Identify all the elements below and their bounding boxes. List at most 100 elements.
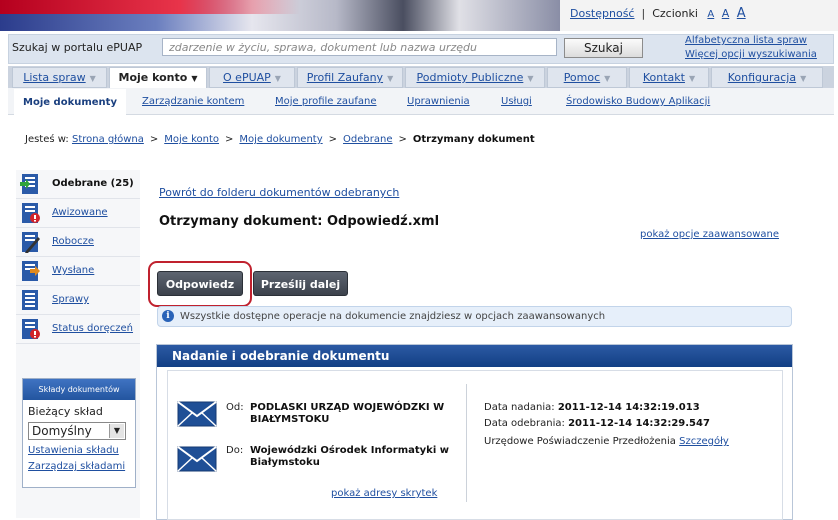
tab-lista-spraw[interactable]: Lista spraw ▼ [12, 67, 107, 88]
upo-details-link[interactable]: Szczegóły [679, 436, 729, 447]
sidebar-item-label: Sprawy [52, 294, 90, 305]
tab-pomoc[interactable]: Pomoc ▼ [547, 67, 627, 88]
draft-icon [22, 232, 40, 253]
breadcrumb-separator: > [225, 134, 234, 145]
back-to-folder-link[interactable]: Powrót do folderu dokumentów odebranych [159, 186, 399, 199]
envelope-icon [177, 401, 217, 427]
alphabetical-list-link[interactable]: Alfabetyczna lista spraw [685, 35, 807, 46]
breadcrumb-received-link[interactable]: Odebrane [343, 134, 392, 145]
font-size-label: Czcionki [652, 7, 698, 20]
sidebar-item-label: Robocze [52, 236, 94, 247]
sidebar-item-status-doreczen[interactable]: Status doręczeń [16, 315, 140, 344]
sidebar-item-sprawy[interactable]: Sprawy [16, 286, 140, 315]
document-stores-header: Składy dokumentów [23, 379, 135, 400]
font-size-large-link[interactable]: A [737, 6, 746, 21]
tab-label: Moje konto [118, 71, 188, 84]
chevron-down-icon: ▼ [688, 74, 696, 83]
search-label: Szukaj w portalu ePUAP [12, 41, 143, 54]
search-extra-links: Alfabetyczna lista spraw Więcej opcji wy… [685, 34, 817, 62]
breadcrumb-my-documents-link[interactable]: Moje dokumenty [239, 134, 322, 145]
page-title: Otrzymany dokument: Odpowiedź.xml [159, 214, 440, 229]
subtab-uprawnienia[interactable]: Uprawnienia [407, 92, 470, 114]
header-links: Dostępność | Czcionki A A A [570, 6, 746, 26]
more-search-options-link[interactable]: Więcej opcji wyszukiwania [685, 49, 817, 60]
chevron-down-icon: ▼ [527, 74, 534, 83]
sender-name: PODLASKI URZĄD WOJEWÓDZKI W BIAŁYMSTOKU [250, 402, 445, 425]
tab-podmioty-publiczne[interactable]: Podmioty Publiczne ▼ [405, 67, 545, 88]
panel-divider [466, 384, 467, 502]
font-size-small-link[interactable]: A [707, 9, 714, 20]
cases-icon [22, 290, 38, 310]
store-select-value: Domyślny [32, 424, 92, 438]
sidebar-item-label: Status doręczeń [52, 323, 134, 334]
tab-label: Lista spraw [23, 71, 86, 84]
search-input[interactable] [162, 38, 557, 56]
tab-label: Konfiguracja [727, 71, 797, 84]
chevron-down-icon: ▼ [191, 74, 198, 83]
chevron-down-icon: ▼ [109, 424, 124, 438]
store-settings-link[interactable]: Ustawienia składu [28, 445, 119, 456]
header-separator: | [641, 7, 646, 20]
store-select[interactable]: Domyślny ▼ [28, 422, 126, 440]
show-box-addresses-link[interactable]: pokaż adresy skrytek [331, 488, 437, 499]
recipient-name: Wojewódzki Ośrodek Informatyki w Białyms… [250, 445, 449, 468]
current-store-label: Bieżący skład [28, 405, 103, 418]
tab-kontakt[interactable]: Kontakt ▼ [629, 67, 709, 88]
breadcrumb: Jesteś w: Strona główna > Moje konto > Moje … [25, 134, 535, 145]
tab-o-epuap[interactable]: O ePUAP ▼ [209, 67, 295, 88]
upo-label: Urzędowe Poświadczenie Przedłożenia [484, 436, 676, 447]
inbox-icon [20, 174, 38, 194]
sent-icon [22, 261, 40, 281]
sent-date-row: Data nadania: 2011-12-14 14:32:19.013 [484, 402, 700, 413]
tab-label: Kontakt [642, 71, 685, 84]
info-text: Wszystkie dostępne operacje na dokumenci… [180, 311, 606, 322]
sidebar-item-label: Odebrane (25) [52, 178, 134, 189]
subtab-uslugi[interactable]: Usługi [501, 92, 532, 114]
sidebar-item-label: Awizowane [52, 207, 108, 218]
chevron-down-icon: ▼ [89, 74, 96, 83]
search-button[interactable]: Szukaj [564, 38, 643, 58]
notice-icon [22, 203, 40, 223]
reply-button[interactable]: Odpowiedz [157, 271, 243, 296]
manage-stores-link[interactable]: Zarządzaj składami [28, 461, 125, 472]
tab-profil-zaufany[interactable]: Profil Zaufany ▼ [297, 67, 403, 88]
breadcrumb-my-account-link[interactable]: Moje konto [164, 134, 219, 145]
sidebar-item-odebrane[interactable]: Odebrane (25) [16, 170, 140, 199]
sidebar-item-wyslane[interactable]: Wysłane [16, 257, 140, 286]
sidebar-item-label: Wysłane [52, 265, 95, 276]
chevron-down-icon: ▼ [274, 74, 281, 83]
tab-label: O ePUAP [223, 71, 271, 84]
received-date-row: Data odebrania: 2011-12-14 14:32:29.547 [484, 418, 710, 429]
subtab-moje-profile-zaufane[interactable]: Moje profile zaufane [275, 92, 376, 114]
sent-date-value: 2011-12-14 14:32:19.013 [557, 402, 700, 413]
info-icon: i [162, 310, 174, 322]
accessibility-link[interactable]: Dostępność [570, 7, 634, 20]
forward-button[interactable]: Prześlij dalej [253, 271, 348, 296]
sidebar-item-robocze[interactable]: Robocze [16, 228, 140, 257]
tab-label: Podmioty Publiczne [416, 71, 524, 84]
breadcrumb-prefix: Jesteś w: [25, 134, 69, 145]
tab-konfiguracja[interactable]: Konfiguracja ▼ [711, 67, 823, 88]
tab-moje-konto[interactable]: Moje konto ▼ [109, 67, 207, 88]
sidebar-item-awizowane[interactable]: Awizowane [16, 199, 140, 228]
envelope-icon [177, 446, 217, 472]
to-label: Do: [226, 445, 244, 456]
subtab-zarzadzanie-kontem[interactable]: Zarządzanie kontem [142, 92, 244, 114]
dispatch-panel-title: Nadanie i odebranie dokumentu [172, 349, 390, 363]
from-label: Od: [226, 402, 244, 413]
tab-label: Profil Zaufany [306, 71, 384, 84]
breadcrumb-separator: > [149, 134, 159, 145]
chevron-down-icon: ▼ [604, 74, 611, 83]
tab-label: Pomoc [563, 71, 601, 84]
upo-row: Urzędowe Poświadczenie Przedłożenia Szcz… [484, 436, 729, 447]
sent-date-label: Data nadania: [484, 402, 555, 413]
received-date-value: 2011-12-14 14:32:29.547 [568, 418, 710, 429]
breadcrumb-current: Otrzymany dokument [412, 134, 535, 145]
show-advanced-options-link[interactable]: pokaż opcje zaawansowane [640, 229, 779, 240]
subtab-moje-dokumenty[interactable]: Moje dokumenty [14, 89, 126, 116]
subtab-srodowisko-budowy-aplikacji[interactable]: Środowisko Budowy Aplikacji [566, 92, 710, 114]
breadcrumb-home-link[interactable]: Strona główna [72, 134, 144, 145]
received-date-label: Data odebrania: [484, 418, 565, 429]
font-size-medium-link[interactable]: A [722, 7, 730, 20]
delivery-status-icon [22, 319, 40, 339]
